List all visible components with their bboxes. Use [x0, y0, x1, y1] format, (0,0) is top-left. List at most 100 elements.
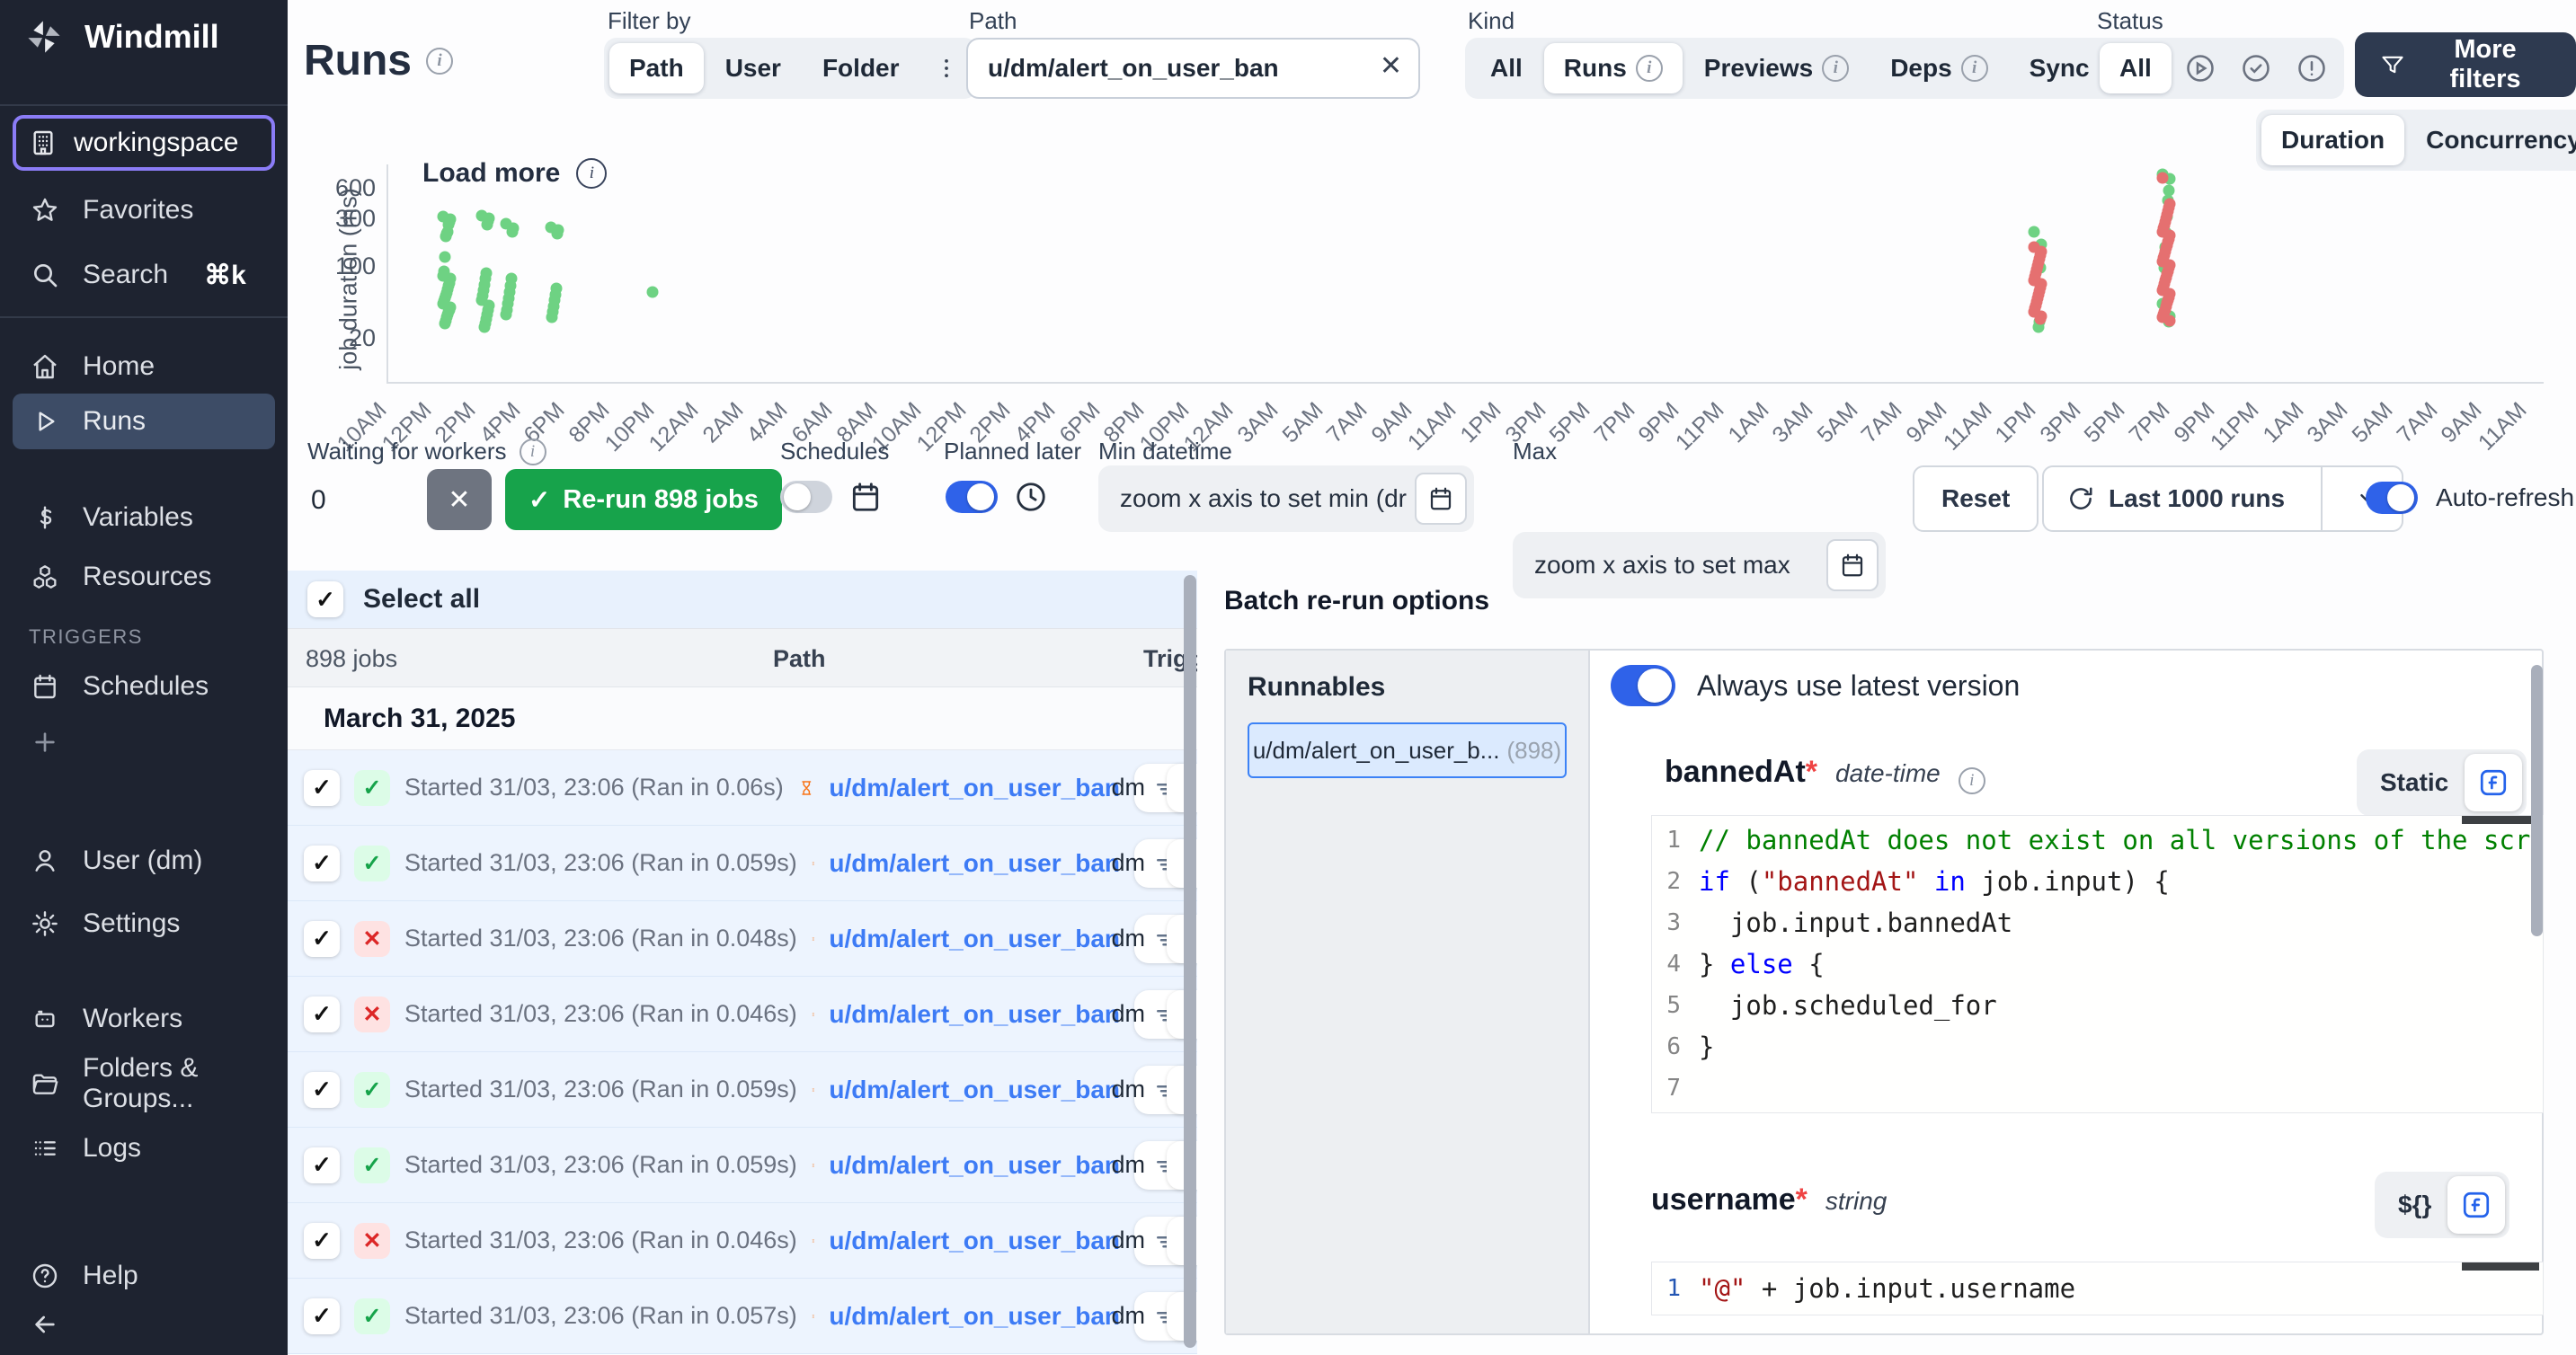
row-started-text: Started 31/03, 23:06 (Ran in 0.057s): [404, 1302, 797, 1330]
scatter-point[interactable]: [440, 252, 451, 263]
static-mode[interactable]: Static: [2380, 768, 2448, 797]
row-trigger: dm: [1111, 925, 1145, 952]
job-path-link[interactable]: u/dm/alert_on_user_ban: [829, 1302, 1120, 1331]
select-all-checkbox[interactable]: [307, 581, 343, 617]
runnable-count: (898): [1506, 737, 1561, 765]
scatter-point[interactable]: [482, 219, 493, 231]
table-row[interactable]: ✓ Started 31/03, 23:06 (Ran in 0.059s) u…: [288, 826, 1197, 901]
job-path-link[interactable]: u/dm/alert_on_user_ban: [829, 1227, 1120, 1255]
editor-hscroll-thumb[interactable]: [2462, 816, 2539, 824]
row-started-text: Started 31/03, 23:06 (Ran in 0.059s): [404, 849, 797, 877]
batch-panel-scrollbar[interactable]: [2531, 665, 2543, 936]
row-checkbox[interactable]: [304, 921, 340, 957]
windmill-logo[interactable]: Windmill: [23, 16, 219, 58]
sidebar-item-runs[interactable]: Runs: [13, 394, 275, 449]
row-checkbox[interactable]: [304, 846, 340, 881]
job-path-link[interactable]: u/dm/alert_on_user_ban: [829, 1151, 1120, 1180]
last-runs-button[interactable]: Last 1000 runs: [2044, 467, 2308, 530]
scatter-point[interactable]: [507, 226, 519, 238]
template-mode[interactable]: ${}: [2398, 1191, 2431, 1219]
sidebar-item-variables[interactable]: Variables: [0, 492, 288, 543]
sidebar-item-resources[interactable]: Resources: [0, 552, 288, 602]
javascript-mode-button[interactable]: [2465, 754, 2522, 811]
sidebar-item-logs[interactable]: Logs: [0, 1123, 288, 1173]
sidebar-item-home[interactable]: Home: [0, 341, 288, 392]
always-latest-toggle[interactable]: [1611, 665, 1675, 706]
reset-button[interactable]: Reset: [1913, 465, 2039, 532]
row-checkbox[interactable]: [304, 1147, 340, 1183]
scatter-point[interactable]: [501, 309, 512, 321]
scatter-point[interactable]: [2029, 226, 2040, 237]
min-datetime-field: [1098, 465, 1474, 532]
scatter-plot[interactable]: [288, 0, 2567, 449]
sidebar-item-folders[interactable]: Folders & Groups...: [0, 1058, 288, 1109]
sidebar: Windmill workingspace Favorites Search ⌘…: [0, 0, 288, 1355]
sidebar-add-button[interactable]: [0, 717, 288, 767]
hourglass-icon: [798, 774, 815, 802]
schedules-toggle[interactable]: [780, 481, 832, 513]
row-checkbox[interactable]: [304, 1223, 340, 1259]
sidebar-item-search[interactable]: Search ⌘k: [0, 250, 288, 300]
table-row[interactable]: ✓ Started 31/03, 23:06 (Ran in 0.059s) u…: [288, 1128, 1197, 1203]
scatter-point[interactable]: [2164, 314, 2176, 326]
auto-refresh-toggle[interactable]: [2366, 482, 2418, 514]
list-scrollbar[interactable]: [1184, 575, 1196, 1348]
table-row[interactable]: ✕ Started 31/03, 23:06 (Ran in 0.046s) u…: [288, 977, 1197, 1052]
job-path-link[interactable]: u/dm/alert_on_user_ban: [829, 1000, 1120, 1029]
sidebar-item-label: Schedules: [83, 671, 209, 702]
app-window: Windmill workingspace Favorites Search ⌘…: [0, 0, 2576, 1355]
sidebar-item-label: User (dm): [83, 846, 202, 876]
table-row[interactable]: ✓ Started 31/03, 23:06 (Ran in 0.057s) u…: [288, 1279, 1197, 1354]
planned-later-toggle[interactable]: [946, 481, 998, 513]
javascript-mode-button[interactable]: [2447, 1176, 2505, 1234]
scatter-point[interactable]: [647, 287, 659, 298]
min-datetime-input[interactable]: [1098, 484, 1415, 513]
username-code-editor[interactable]: 1"@" + job.input.username: [1651, 1262, 2544, 1315]
scatter-point[interactable]: [552, 228, 564, 240]
row-checkbox[interactable]: [304, 1072, 340, 1108]
editor-hscroll-thumb[interactable]: [2462, 1262, 2539, 1271]
sidebar-item-settings[interactable]: Settings: [0, 899, 288, 949]
row-checkbox[interactable]: [304, 1298, 340, 1334]
scatter-point[interactable]: [440, 318, 451, 330]
job-path-link[interactable]: u/dm/alert_on_user_ban: [829, 1076, 1120, 1104]
waiting-info-icon: [520, 438, 546, 465]
sidebar-item-schedules[interactable]: Schedules: [0, 661, 288, 712]
calendar-icon: [848, 480, 883, 514]
min-datetime-picker-button[interactable]: [1415, 473, 1467, 525]
scatter-point[interactable]: [546, 312, 558, 323]
job-path-link[interactable]: u/dm/alert_on_user_ban: [829, 774, 1120, 802]
row-trigger: dm: [1111, 1076, 1145, 1103]
row-checkbox[interactable]: [304, 996, 340, 1032]
bannedAt-code-editor[interactable]: 1// bannedAt does not exist on all versi…: [1651, 815, 2544, 1113]
sidebar-item-workers[interactable]: Workers: [0, 994, 288, 1044]
workspace-switcher[interactable]: workingspace: [13, 115, 275, 171]
table-row[interactable]: ✕ Started 31/03, 23:06 (Ran in 0.046s) u…: [288, 1203, 1197, 1279]
runnable-item[interactable]: u/dm/alert_on_user_b... (898): [1248, 722, 1567, 778]
job-path-link[interactable]: u/dm/alert_on_user_ban: [829, 849, 1120, 878]
table-row[interactable]: ✓ Started 31/03, 23:06 (Ran in 0.06s) u/…: [288, 750, 1197, 826]
field-info-icon[interactable]: [1959, 767, 1985, 794]
status-badge: ✓: [354, 1072, 390, 1108]
sidebar-item-user[interactable]: User (dm): [0, 836, 288, 886]
select-all-label: Select all: [363, 584, 480, 615]
table-row[interactable]: ✕ Started 31/03, 23:06 (Ran in 0.048s) u…: [288, 901, 1197, 977]
scatter-point[interactable]: [2035, 313, 2047, 324]
scatter-point[interactable]: [479, 321, 491, 332]
row-checkbox[interactable]: [304, 770, 340, 806]
job-path-link[interactable]: u/dm/alert_on_user_ban: [829, 925, 1120, 953]
table-row[interactable]: ✓ Started 31/03, 23:06 (Ran in 0.059s) u…: [288, 1052, 1197, 1128]
cancel-selection-button[interactable]: ✕: [427, 469, 492, 530]
refresh-icon: [2067, 485, 2094, 512]
sidebar-item-help[interactable]: Help: [0, 1251, 288, 1301]
sidebar-item-favorites[interactable]: Favorites: [0, 185, 288, 235]
rerun-jobs-button[interactable]: ✓ Re-run 898 jobs: [505, 469, 782, 530]
max-datetime-picker-button[interactable]: [1826, 539, 1879, 591]
home-icon: [31, 352, 59, 381]
sidebar-collapse-button[interactable]: [0, 1299, 288, 1350]
max-datetime-input[interactable]: [1513, 551, 1826, 580]
scatter-point[interactable]: [440, 230, 452, 242]
scatter-point[interactable]: [2157, 172, 2169, 183]
status-badge: ✓: [354, 1298, 390, 1334]
field-bannedAt-type: date-time: [1835, 759, 1941, 788]
